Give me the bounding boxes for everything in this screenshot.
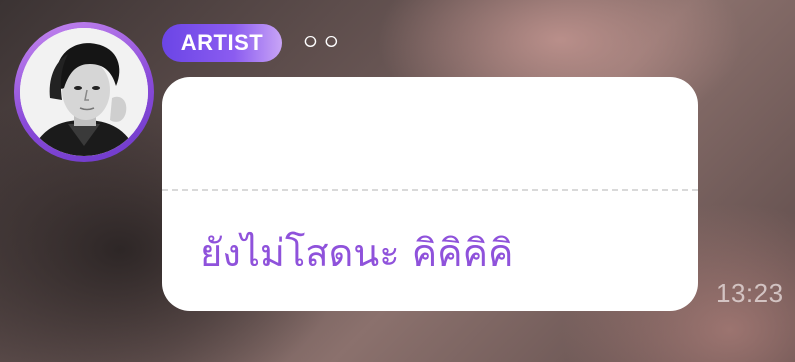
avatar-photo: [20, 28, 148, 156]
artist-badge: ARTIST: [162, 24, 282, 62]
reply-divider: [162, 189, 698, 191]
avatar[interactable]: [14, 22, 154, 162]
message-bubble[interactable]: ยังไม่โสดนะ คิคิคิคิ: [162, 77, 698, 311]
message-text: ยังไม่โสดนะ คิคิคิคิ: [200, 231, 514, 275]
sender-name[interactable]: ০০: [302, 24, 344, 62]
message-timestamp: 13:23: [716, 278, 784, 308]
quoted-message[interactable]: [162, 77, 698, 189]
